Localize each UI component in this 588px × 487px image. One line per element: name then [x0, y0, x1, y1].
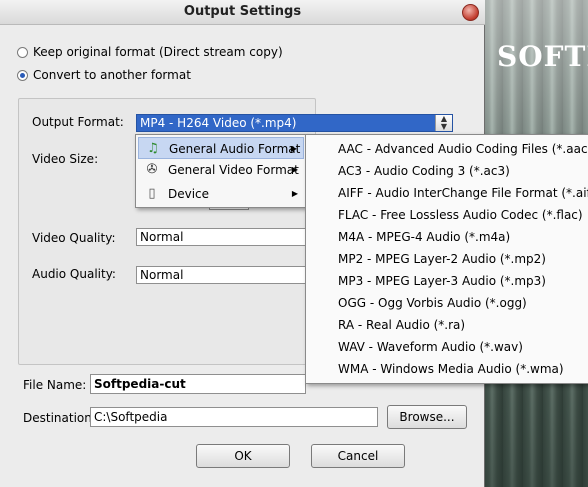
title-bar[interactable]: Output Settings: [0, 0, 485, 25]
film-reel-icon: ✇: [146, 162, 158, 177]
radio-convert-label: Convert to another format: [33, 68, 191, 82]
close-icon[interactable]: [462, 4, 479, 21]
menu-item-device[interactable]: ▯ Device ▶: [138, 183, 304, 205]
cancel-button[interactable]: Cancel: [311, 444, 405, 468]
audio-format-item-flac[interactable]: FLAC - Free Lossless Audio Codec (*.flac…: [338, 205, 583, 225]
audio-format-item-aac[interactable]: AAC - Advanced Audio Coding Files (*.aac…: [338, 139, 588, 159]
audio-format-item-wma[interactable]: WMA - Windows Media Audio (*.wma): [338, 359, 564, 379]
destination-label: Destination:: [23, 411, 96, 425]
submenu-arrow-icon: ▶: [290, 144, 297, 153]
file-name-input[interactable]: Softpedia-cut: [90, 374, 306, 394]
output-format-select[interactable]: MP4 - H264 Video (*.mp4) ▲ ▼: [136, 114, 453, 132]
browse-button[interactable]: Browse...: [387, 405, 467, 429]
format-category-menu: ♫ General Audio Format ▶ ✇ General Video…: [135, 134, 307, 208]
dialog-title: Output Settings: [183, 4, 302, 19]
output-format-value: MP4 - H264 Video (*.mp4): [140, 116, 297, 130]
file-name-label: File Name:: [23, 378, 87, 392]
audio-format-item-ra[interactable]: RA - Real Audio (*.ra): [338, 315, 465, 335]
radio-keep-label: Keep original format (Direct stream copy…: [33, 45, 283, 59]
menu-item-general-video-format[interactable]: ✇ General Video Format ▶: [138, 159, 304, 181]
audio-format-item-wav[interactable]: WAV - Waveform Audio (*.wav): [338, 337, 523, 357]
output-format-label: Output Format:: [32, 115, 124, 129]
ok-button[interactable]: OK: [196, 444, 290, 468]
menu-item-label: General Video Format: [168, 163, 299, 177]
audio-quality-value: Normal: [140, 268, 184, 282]
menu-item-general-audio-format[interactable]: ♫ General Audio Format ▶: [138, 137, 304, 159]
menu-item-label: General Audio Format: [169, 142, 301, 156]
audio-format-item-aiff[interactable]: AIFF - Audio InterChange File Format (*.…: [338, 183, 588, 203]
audio-quality-label: Audio Quality:: [32, 267, 116, 281]
video-quality-select[interactable]: Normal: [136, 228, 306, 246]
destination-input[interactable]: C:\Softpedia: [90, 407, 378, 427]
device-icon: ▯: [148, 186, 156, 201]
radio-keep-original[interactable]: Keep original format (Direct stream copy…: [17, 45, 283, 59]
chevron-updown-icon[interactable]: ▲ ▼: [435, 115, 452, 131]
background-brand-text: SOFTP: [497, 40, 588, 73]
video-quality-value: Normal: [140, 230, 184, 244]
radio-button-keep[interactable]: [17, 46, 28, 58]
radio-button-convert[interactable]: [17, 69, 28, 81]
audio-format-item-ac3[interactable]: AC3 - Audio Coding 3 (*.ac3): [338, 161, 510, 181]
audio-format-item-ogg[interactable]: OGG - Ogg Vorbis Audio (*.ogg): [338, 293, 527, 313]
audio-format-submenu: AAC - Advanced Audio Coding Files (*.aac…: [305, 134, 588, 384]
video-quality-label: Video Quality:: [32, 231, 116, 245]
audio-format-item-m4a[interactable]: M4A - MPEG-4 Audio (*.m4a): [338, 227, 510, 247]
submenu-arrow-icon: ▶: [291, 189, 298, 198]
submenu-arrow-icon: ▶: [291, 165, 298, 174]
radio-convert-format[interactable]: Convert to another format: [17, 68, 191, 82]
audio-format-item-mp2[interactable]: MP2 - MPEG Layer-2 Audio (*.mp2): [338, 249, 546, 269]
audio-quality-select[interactable]: Normal: [136, 266, 306, 284]
audio-format-item-mp3[interactable]: MP3 - MPEG Layer-3 Audio (*.mp3): [338, 271, 546, 291]
music-note-icon: ♫: [147, 141, 159, 156]
menu-item-label: Device: [168, 187, 210, 201]
video-size-label: Video Size:: [32, 152, 99, 166]
